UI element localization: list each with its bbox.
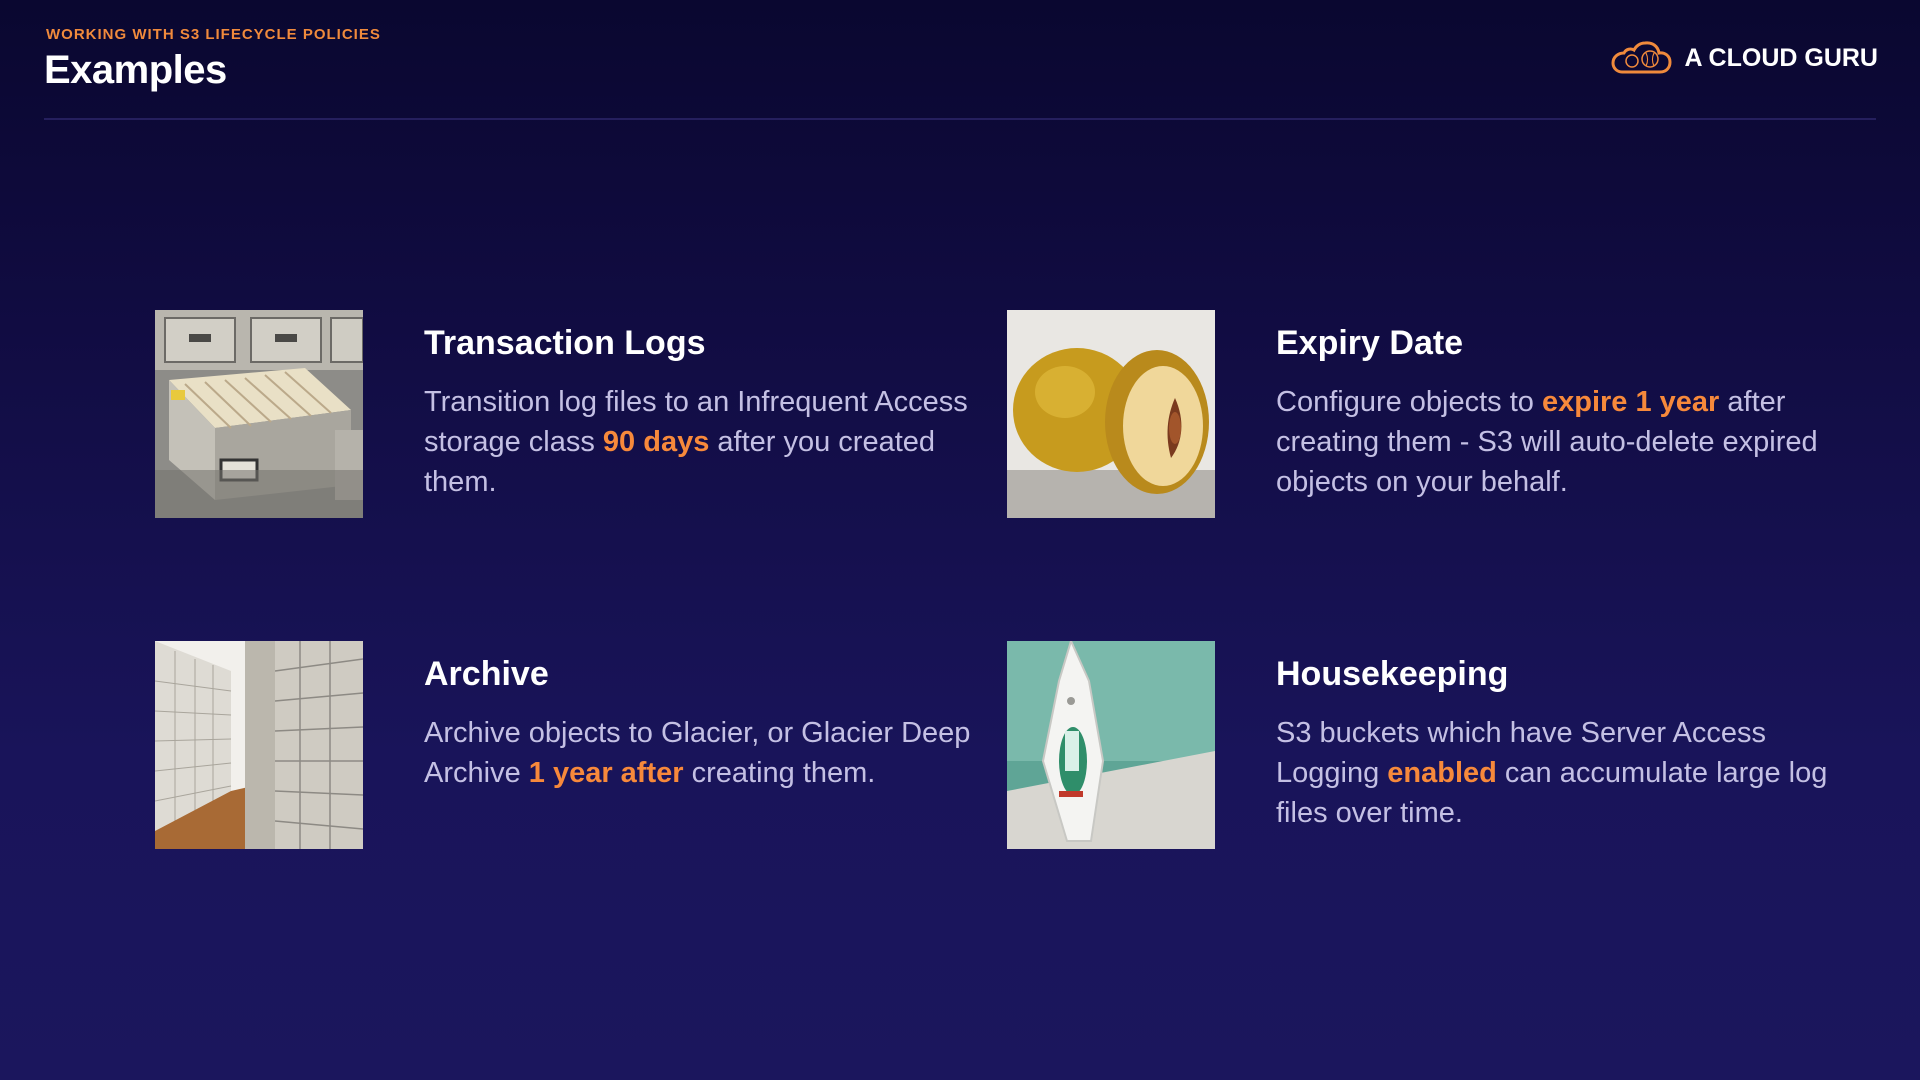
brand-logo: A CLOUD GURU: [1610, 38, 1878, 78]
card-expiry-date: Expiry Date Configure objects to expire …: [1007, 310, 1827, 518]
card-transaction-logs: Transaction Logs Transition log files to…: [155, 310, 975, 518]
card-title: Housekeeping: [1276, 655, 1509, 693]
card-title: Expiry Date: [1276, 324, 1464, 362]
card-description: Archive objects to Glacier, or Glacier D…: [424, 717, 971, 789]
filing-cabinet-image: [155, 310, 363, 518]
eyebrow-label: WORKING WITH S3 LIFECYCLE POLICIES: [46, 26, 381, 43]
card-housekeeping: Housekeeping S3 buckets which have Serve…: [1007, 641, 1827, 849]
header-divider: [44, 118, 1876, 120]
card-description: Transition log files to an Infrequent Ac…: [424, 386, 968, 498]
card-description: S3 buckets which have Server Access Logg…: [1276, 717, 1828, 829]
quince-fruit-image: [1007, 310, 1215, 518]
highlight-text: expire 1 year: [1541, 386, 1720, 418]
card-title: Transaction Logs: [424, 324, 706, 362]
highlight-text: enabled: [1387, 757, 1497, 789]
highlight-text: 90 days: [602, 426, 710, 458]
highlight-text: 1 year after: [528, 757, 684, 789]
cloud-logo-icon: [1611, 41, 1672, 74]
clothes-iron-image: [1007, 641, 1215, 849]
page-title: Examples: [44, 48, 227, 92]
card-archive: Archive Archive objects to Glacier, or G…: [155, 641, 975, 849]
card-title: Archive: [424, 655, 549, 693]
brand-name: A CLOUD GURU: [1684, 43, 1878, 72]
card-description: Configure objects to expire 1 year after…: [1276, 386, 1818, 498]
archive-shelves-image: [155, 641, 363, 849]
